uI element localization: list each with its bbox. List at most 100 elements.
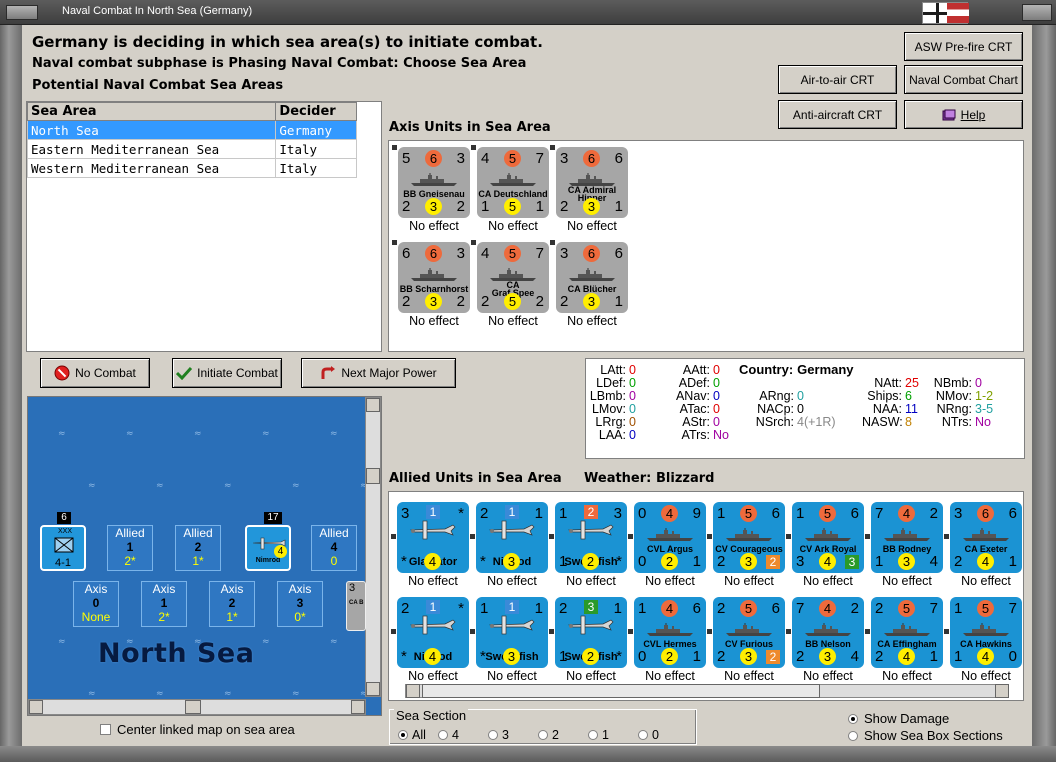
map-horizontal-scrollbar[interactable] (28, 699, 366, 715)
scroll-up-button[interactable] (366, 398, 380, 412)
sea-section-option-0[interactable]: 0 (638, 728, 659, 742)
wave-mark: ≈ (58, 637, 66, 647)
stat-value: No (713, 428, 729, 442)
air-unit-counter[interactable]: 111Swordfish*3 (476, 597, 548, 668)
anti-aircraft-crt-button[interactable]: Anti-aircraft CRT (778, 100, 897, 129)
air-to-air-crt-button[interactable]: Air-to-air CRT (778, 65, 897, 94)
sea-section-option-4[interactable]: 4 (438, 728, 459, 742)
ship-unit-counter[interactable]: 7 2 4 BB Rodney 1 3 4 (871, 502, 943, 573)
ship-unit-counter[interactable]: 366CA AdmiralHipper231 (556, 147, 628, 218)
unit-effect-label: No effect (724, 669, 774, 683)
next-major-power-button[interactable]: Next Major Power (301, 358, 456, 388)
axis-box-1[interactable]: Axis 1 2* (141, 581, 187, 627)
unit-attack-value: 5 (740, 600, 757, 617)
axis-box-3[interactable]: Axis 3 0* (277, 581, 323, 627)
help-button[interactable]: Help (904, 100, 1023, 129)
air-unit-counter[interactable]: 2*1Nimrod*4 (397, 597, 469, 668)
allied-box-2[interactable]: Allied 2 1* (175, 525, 221, 571)
ship-unit-counter[interactable]: 4 7 5 CA Graf Spee 2 5 2 (477, 242, 549, 313)
center-map-option[interactable]: Center linked map on sea area (100, 722, 295, 737)
allied-box-4[interactable]: Allied 4 0 (311, 525, 357, 571)
sea-section-option-3[interactable]: 3 (488, 728, 509, 742)
ship-unit-counter[interactable]: 4 7 5 CA Deutschland 1 5 1 (477, 147, 549, 218)
map-plane-value: 4 (274, 545, 287, 558)
unit-air-value: 3 (584, 600, 598, 614)
ship-unit-counter[interactable]: 2 6 5 CV Furious 2 3 2 (713, 597, 785, 668)
hq-stack-count: 6 (57, 512, 71, 524)
allied-box-value: 1* (192, 554, 204, 568)
ship-unit-counter[interactable]: 1 6 5 CV Ark Royal 3 4 3 (792, 502, 864, 573)
air-unit-counter[interactable]: 132Swordfish12* (555, 502, 627, 573)
sea-section-option-2[interactable]: 2 (538, 728, 559, 742)
allied-marker (470, 534, 475, 539)
close-button[interactable] (1022, 4, 1052, 21)
next-major-power-label: Next Major Power (341, 366, 437, 380)
map-plane-counter[interactable]: Nimrod 4 (245, 525, 291, 571)
ship-unit-counter[interactable]: 5 3 6 BB Gneisenau 2 3 2 (398, 147, 470, 218)
naval-combat-chart-button[interactable]: Naval Combat Chart (904, 65, 1023, 94)
ship-unit-counter[interactable]: 0 9 4 CVL Argus 0 2 1 (634, 502, 706, 573)
scroll-down-button[interactable] (366, 682, 380, 696)
ship-unit-counter[interactable]: 1 6 5 CV Courageous 2 3 2 (713, 502, 785, 573)
unit-bottom-left-value: 1 (559, 553, 568, 570)
sea-section-radio[interactable] (638, 730, 648, 740)
table-row-western-mediterranean[interactable]: Western Mediterranean Sea Italy (26, 158, 357, 178)
sea-section-radio[interactable] (398, 730, 408, 740)
axis-ship-counter-edge[interactable]: 3 CA B (346, 581, 366, 631)
axis-box-2[interactable]: Axis 2 1* (209, 581, 255, 627)
scroll-thumb[interactable] (366, 468, 380, 484)
unit-attack-value: 4 (661, 505, 678, 522)
sea-section-option-label: 2 (552, 728, 559, 742)
center-map-checkbox[interactable] (100, 724, 111, 735)
unit-top-left-value: 7 (875, 505, 884, 522)
scroll-right-button[interactable] (351, 700, 365, 714)
air-unit-counter[interactable]: 211Nimrod*3 (476, 502, 548, 573)
ship-unit-counter[interactable]: 1 7 5 CA Hawkins 1 4 0 (950, 597, 1022, 668)
show-damage-option[interactable]: Show Damage (848, 711, 949, 726)
country-label: Country: (739, 362, 794, 377)
window-menu-button[interactable] (6, 5, 38, 20)
sea-area-map[interactable]: ≈≈≈≈≈≈≈≈≈≈≈≈≈≈≈≈≈≈≈≈≈≈≈≈≈≈≈≈≈≈≈≈≈≈≈≈ 6 X… (27, 396, 382, 716)
col-decider[interactable]: Decider (275, 102, 357, 121)
allied-scroll-right[interactable] (995, 684, 1009, 698)
sea-section-radio[interactable] (538, 730, 548, 740)
axis-box-0[interactable]: Axis 0 None (73, 581, 119, 627)
ship-unit-counter[interactable]: 1 6 4 CVL Hermes 0 2 1 (634, 597, 706, 668)
no-combat-button[interactable]: No Combat (40, 358, 150, 388)
axis-marker (550, 240, 555, 245)
unit-bottom-left-value: * (480, 648, 486, 665)
sea-section-option-1[interactable]: 1 (588, 728, 609, 742)
ship-unit-counter[interactable]: 6 3 6 BB Scharnhorst 2 3 2 (398, 242, 470, 313)
allied-box-1[interactable]: Allied 1 2* (107, 525, 153, 571)
ship-unit-counter[interactable]: 2 7 5 CA Effingham 2 4 1 (871, 597, 943, 668)
sea-section-radio[interactable] (488, 730, 498, 740)
table-row-eastern-mediterranean[interactable]: Eastern Mediterranean Sea Italy (26, 139, 357, 159)
sea-section-radio[interactable] (438, 730, 448, 740)
allied-horizontal-scrollbar[interactable] (405, 684, 1009, 698)
table-row-north-sea[interactable]: North Sea Germany (26, 120, 357, 140)
show-damage-radio[interactable] (848, 713, 858, 724)
map-vertical-scrollbar[interactable] (365, 397, 381, 697)
ship-unit-counter[interactable]: 3 6 6 CA Exeter 2 4 1 (950, 502, 1022, 573)
unit-bottom-center-value: 4 (977, 553, 994, 570)
allied-scroll-thumb[interactable] (422, 684, 820, 698)
show-boxes-option[interactable]: Show Sea Box Sections (848, 728, 1003, 743)
sea-section-radio[interactable] (588, 730, 598, 740)
stat-value: No (975, 415, 991, 429)
axis-box-value: None (81, 610, 111, 624)
scroll-left-button[interactable] (29, 700, 43, 714)
unit-bottom-right-value: * (616, 553, 622, 570)
hq-counter[interactable]: XXX 4-1 (40, 525, 86, 571)
allied-scroll-left[interactable] (406, 684, 420, 698)
stat-label: LAA: (598, 428, 626, 442)
show-boxes-radio[interactable] (848, 730, 858, 741)
col-sea-area[interactable]: Sea Area (26, 102, 277, 121)
ship-unit-counter[interactable]: 7 2 4 BB Nelson 2 3 4 (792, 597, 864, 668)
ship-unit-counter[interactable]: 3 6 6 CA Blücher 2 3 1 (556, 242, 628, 313)
scroll-h-thumb[interactable] (185, 700, 201, 714)
air-unit-counter[interactable]: 213Swordfish12* (555, 597, 627, 668)
initiate-combat-button[interactable]: Initiate Combat (172, 358, 282, 388)
asw-prefire-crt-button[interactable]: ASW Pre-fire CRT (904, 32, 1023, 61)
sea-section-option-all[interactable]: All (398, 728, 426, 742)
air-unit-counter[interactable]: 3*1Gladiator*4 (397, 502, 469, 573)
